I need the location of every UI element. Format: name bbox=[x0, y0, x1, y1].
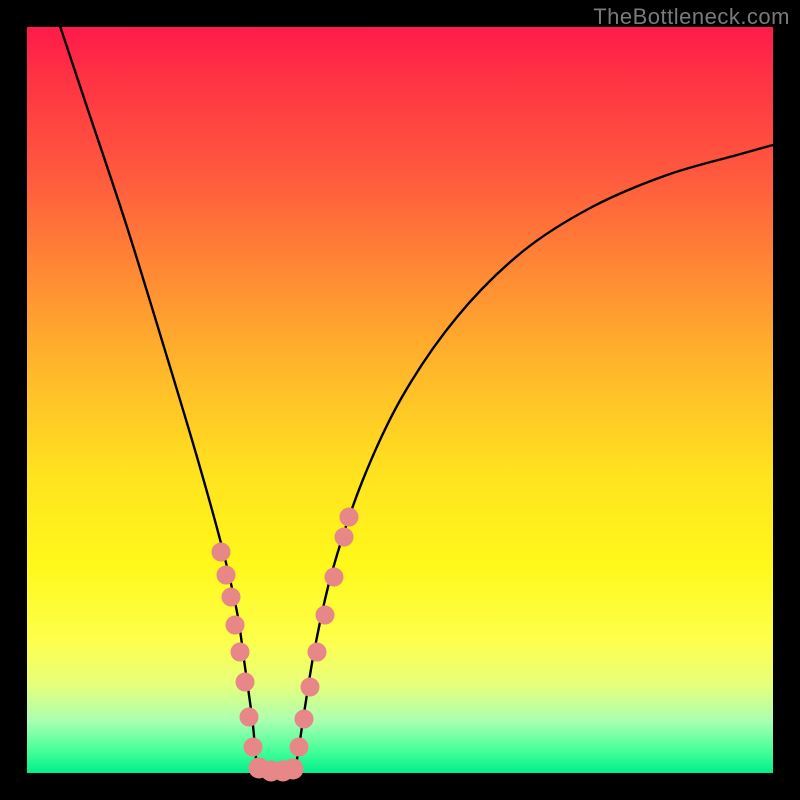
scatter-dot bbox=[301, 678, 319, 696]
watermark-label: TheBottleneck.com bbox=[593, 4, 790, 30]
scatter-dot bbox=[316, 606, 334, 624]
scatter-dot bbox=[217, 566, 235, 584]
curve-left-branch bbox=[57, 17, 257, 771]
curve-right-branch bbox=[295, 145, 773, 771]
scatter-dot bbox=[236, 673, 254, 691]
chart-stage: TheBottleneck.com bbox=[0, 0, 800, 800]
scatter-dot bbox=[212, 543, 230, 561]
scatter-dot bbox=[340, 508, 358, 526]
scatter-dot bbox=[222, 588, 240, 606]
scatter-dot bbox=[240, 708, 258, 726]
scatter-dot bbox=[231, 643, 249, 661]
scatter-dot bbox=[325, 568, 343, 586]
chart-svg-layer bbox=[27, 27, 773, 773]
scatter-dot-group bbox=[212, 508, 358, 781]
scatter-dot bbox=[290, 738, 308, 756]
chart-plot-area bbox=[27, 27, 773, 773]
scatter-dot bbox=[283, 759, 303, 779]
scatter-dot bbox=[295, 710, 313, 728]
scatter-dot bbox=[308, 643, 326, 661]
scatter-dot bbox=[226, 616, 244, 634]
scatter-dot bbox=[335, 528, 353, 546]
scatter-dot bbox=[244, 738, 262, 756]
